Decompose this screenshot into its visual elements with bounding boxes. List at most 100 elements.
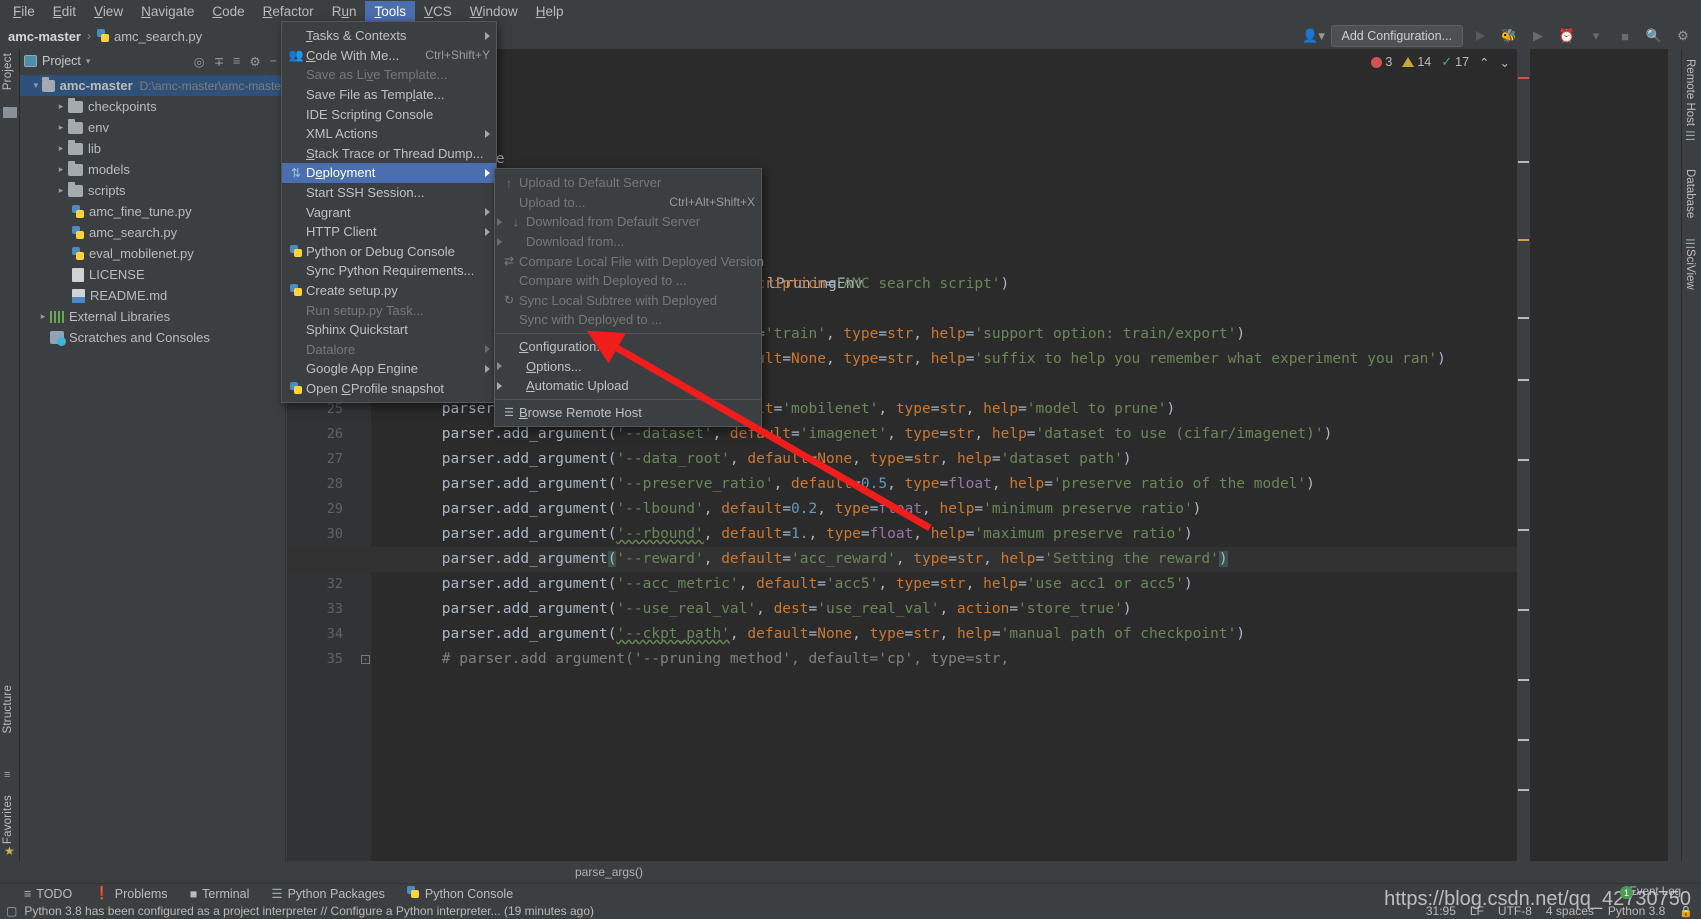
sidebar-tab-structure[interactable]: Structure	[2, 685, 14, 733]
menu-item-stack-trace-or-thread-dump[interactable]: Stack Trace or Thread Dump...	[282, 144, 496, 164]
stripe-mark[interactable]	[1518, 739, 1529, 741]
code-line[interactable]: # parser.add argument('--pruning method'…	[287, 647, 1530, 672]
stripe-mark[interactable]	[1518, 459, 1529, 461]
tree-item-amc-search-py[interactable]: amc_search.py	[20, 222, 285, 243]
menu-run[interactable]: Run	[323, 1, 366, 23]
gear-icon[interactable]: ⚙	[1671, 25, 1695, 47]
project-panel-title[interactable]: Project	[42, 54, 81, 68]
menu-help[interactable]: Help	[527, 1, 573, 23]
stripe-mark[interactable]	[1518, 679, 1529, 681]
more-run-options-icon[interactable]: ▾	[1584, 25, 1608, 47]
stripe-mark[interactable]	[1518, 529, 1529, 531]
stripe-mark-error[interactable]	[1518, 77, 1529, 79]
scroll-from-source-icon[interactable]: ◎	[194, 54, 205, 69]
tree-item-license[interactable]: LICENSE	[20, 264, 285, 285]
stripe-mark[interactable]	[1518, 379, 1529, 381]
chevron-right-icon[interactable]: ▸	[54, 101, 68, 112]
menu-item-code-with-me[interactable]: 👥 Code With Me... Ctrl+Shift+Y	[282, 46, 496, 66]
chevron-right-icon[interactable]: ▸	[54, 164, 68, 175]
menu-item-python-or-debug-console[interactable]: Python or Debug Console	[282, 242, 496, 262]
menu-item-start-ssh-session[interactable]: Start SSH Session...	[282, 183, 496, 203]
menu-item-save-file-as-template[interactable]: Save File as Template...	[282, 85, 496, 105]
menu-window[interactable]: Window	[461, 1, 527, 23]
chevron-right-icon[interactable]: ▸	[54, 122, 68, 133]
sidebar-tab-remote-host[interactable]: Remote Host	[1684, 59, 1696, 126]
menu-item-browse-remote-host[interactable]: ☰ Browse Remote Host	[495, 403, 761, 423]
code-line[interactable]: parser.add_argument('--lbound', default=…	[287, 497, 1530, 522]
chevron-right-icon[interactable]: ▸	[54, 185, 68, 196]
menu-item-google-app-engine[interactable]: Google App Engine	[282, 359, 496, 379]
stripe-mark[interactable]	[1518, 609, 1529, 611]
user-profile-icon[interactable]: 👤▾	[1302, 25, 1326, 47]
menu-item-sync-python-requirements[interactable]: Sync Python Requirements...	[282, 261, 496, 281]
tree-item-checkpoints[interactable]: ▸ checkpoints	[20, 96, 285, 117]
tree-item-readme-md[interactable]: README.md	[20, 285, 285, 306]
tool-tab-python-console[interactable]: Python Console	[407, 886, 513, 902]
tree-item-env[interactable]: ▸ env	[20, 117, 285, 138]
deployment-submenu[interactable]: ↑ Upload to Default Server Upload to... …	[494, 168, 762, 427]
menu-item-open-cprofile-snapshot[interactable]: Open CProfile snapshot	[282, 379, 496, 399]
chevron-right-icon[interactable]: ▸	[36, 311, 50, 322]
menu-tools[interactable]: Tools	[365, 1, 415, 23]
inspection-down-icon[interactable]: ⌄	[1500, 55, 1510, 70]
tree-item-models[interactable]: ▸ models	[20, 159, 285, 180]
inspection-up-icon[interactable]: ⌃	[1479, 55, 1489, 70]
menu-item-ide-scripting-console[interactable]: IDE Scripting Console	[282, 104, 496, 124]
tool-tab-terminal[interactable]: ■ Terminal	[190, 887, 250, 901]
chevron-expanded-icon[interactable]: ▾	[30, 80, 42, 91]
debug-button[interactable]: 🐝	[1497, 25, 1521, 47]
menu-item-http-client[interactable]: HTTP Client	[282, 222, 496, 242]
tools-menu[interactable]: Tasks & Contexts 👥 Code With Me... Ctrl+…	[281, 21, 497, 403]
stripe-mark[interactable]	[1518, 317, 1529, 319]
menu-item-configuration[interactable]: Configuration...	[495, 337, 761, 357]
chevron-down-icon[interactable]: ▾	[86, 56, 91, 67]
panel-settings-gear-icon[interactable]: ⚙	[249, 54, 260, 69]
tree-item-scratches-and-consoles[interactable]: Scratches and Consoles	[20, 327, 285, 348]
search-icon[interactable]: 🔍	[1642, 25, 1666, 47]
sidebar-tab-favorites[interactable]: Favorites	[2, 795, 14, 844]
inspection-widget[interactable]: 3 14 ✓ 17 ⌃ ⌄	[1371, 54, 1510, 70]
menu-item-xml-actions[interactable]: XML Actions	[282, 124, 496, 144]
menu-item-vagrant[interactable]: Vagrant	[282, 202, 496, 222]
menu-vcs[interactable]: VCS	[415, 1, 461, 23]
run-button[interactable]	[1468, 25, 1492, 47]
code-line[interactable]: parser.add_argument('--preserve_ratio', …	[287, 472, 1530, 497]
menu-edit[interactable]: Edit	[44, 1, 85, 23]
add-configuration-button[interactable]: Add Configuration...	[1331, 25, 1464, 47]
code-line[interactable]: parser.add_argument('--use_real_val', de…	[287, 597, 1530, 622]
code-line[interactable]: parser.add_argument('--data_root', defau…	[287, 447, 1530, 472]
menu-item-sphinx-quickstart[interactable]: Sphinx Quickstart	[282, 320, 496, 340]
breadcrumb-project[interactable]: amc-master	[8, 29, 81, 44]
code-line[interactable]: parser.add_argument('--reward', default=…	[287, 547, 1530, 572]
menu-item-deployment[interactable]: ⇅ Deployment	[282, 163, 496, 183]
stripe-mark-warning[interactable]	[1518, 239, 1529, 241]
menu-code[interactable]: Code	[203, 1, 253, 23]
menu-file[interactable]: File	[4, 1, 44, 23]
tool-tab-python-packages[interactable]: ☰ Python Packages	[271, 886, 385, 901]
menu-navigate[interactable]: Navigate	[132, 1, 203, 23]
tree-item-scripts[interactable]: ▸ scripts	[20, 180, 285, 201]
code-line[interactable]: parser.add_argument('--rbound', default=…	[287, 522, 1530, 547]
expand-all-icon[interactable]: ∓	[214, 54, 224, 69]
event-log-badge[interactable]: 1	[1620, 886, 1633, 899]
status-message[interactable]: Python 3.8 has been configured as a proj…	[24, 904, 594, 918]
editor-breadcrumb-text[interactable]: parse_args()	[575, 865, 643, 879]
coverage-button[interactable]: ▶	[1526, 25, 1550, 47]
hide-panel-icon[interactable]: −	[270, 54, 277, 69]
code-line[interactable]: parser.add_argument('--ckpt_path', defau…	[287, 622, 1530, 647]
tree-item-external-libraries[interactable]: ▸ External Libraries	[20, 306, 285, 327]
tool-tab-problems[interactable]: ❗ Problems	[94, 886, 167, 901]
collapse-all-icon[interactable]: ≡	[233, 54, 240, 69]
menu-item-tasks-contexts[interactable]: Tasks & Contexts	[282, 26, 496, 46]
menu-refactor[interactable]: Refactor	[254, 1, 323, 23]
tool-tab-todo[interactable]: ≡ TODO	[24, 887, 72, 901]
menu-item-automatic-upload[interactable]: Automatic Upload	[495, 376, 761, 396]
warning-count[interactable]: 14	[1402, 55, 1431, 69]
weak-warning-count[interactable]: ✓ 17	[1441, 54, 1469, 70]
tree-item-amc-master[interactable]: ▾ amc-master D:\amc-master\amc-master	[20, 75, 285, 96]
tree-item-lib[interactable]: ▸ lib	[20, 138, 285, 159]
profile-button[interactable]: ⏰	[1555, 25, 1579, 47]
code-line[interactable]: parser.add_argument('--dataset', default…	[287, 422, 1530, 447]
tree-item-amc-fine-tune-py[interactable]: amc_fine_tune.py	[20, 201, 285, 222]
tree-item-eval-mobilenet-py[interactable]: eval_mobilenet.py	[20, 243, 285, 264]
